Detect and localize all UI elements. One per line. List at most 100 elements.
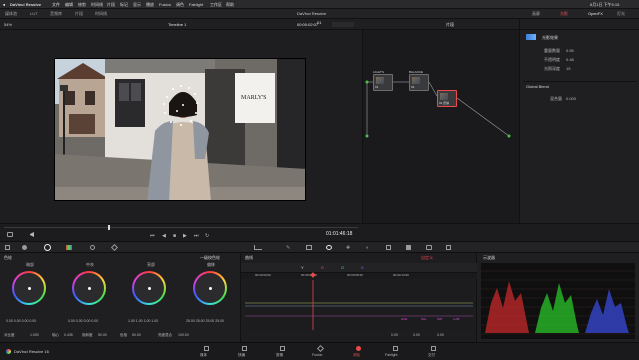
menu-color[interactable]: 调色 — [176, 2, 184, 8]
viewer-options-button[interactable] — [332, 22, 354, 27]
param-value[interactable]: 0.000 — [566, 97, 576, 101]
motion-effects-icon[interactable] — [90, 245, 95, 250]
magic-mask-icon[interactable]: ◐ — [366, 245, 369, 251]
menu-clip[interactable]: 片段 — [107, 2, 115, 8]
color-match-icon[interactable] — [22, 245, 27, 250]
color-page-icon[interactable] — [356, 346, 361, 351]
wheels-mode-dropdown[interactable]: 一级校色轮 — [200, 256, 220, 260]
edit-page-icon[interactable] — [280, 346, 285, 351]
offset-wheel[interactable] — [193, 271, 227, 305]
wheel-handle[interactable] — [208, 286, 212, 290]
wheel-handle[interactable] — [87, 286, 91, 290]
tab-openfx[interactable]: OpenFX — [588, 11, 603, 16]
channel-y[interactable]: Y — [301, 266, 304, 270]
node-balance[interactable]: 02 — [409, 74, 429, 91]
curve-value[interactable]: 0.00 — [391, 333, 398, 338]
page-media[interactable]: 媒体 — [200, 353, 207, 358]
tab-lights[interactable]: 灯光 — [617, 11, 625, 17]
channel-b[interactable]: B — [361, 266, 364, 270]
curves-graph[interactable] — [245, 280, 473, 330]
tab-lut[interactable]: LUT — [30, 11, 38, 16]
wheel-handle[interactable] — [147, 286, 151, 290]
eyedropper-icon[interactable]: ✎ — [286, 245, 290, 251]
video-frame[interactable]: MARLY'S — [54, 58, 306, 201]
menu-trim[interactable]: 修剪 — [78, 2, 86, 8]
loop-icon[interactable]: ↻ — [205, 233, 209, 239]
contrast-value[interactable]: 1.000 — [30, 333, 39, 338]
tab-media-pool[interactable]: 媒体池 — [5, 11, 17, 17]
menu-help[interactable]: 帮助 — [226, 2, 234, 8]
play-icon[interactable]: ▶ — [183, 233, 187, 239]
curve-value[interactable]: 0.00 — [437, 333, 444, 338]
fairlight-page-icon[interactable] — [393, 346, 398, 351]
next-clip-icon[interactable]: ⏭ — [194, 233, 199, 239]
pivot-value[interactable]: 0.435 — [64, 333, 73, 338]
param-value[interactable]: 15 — [566, 67, 570, 71]
wheel-handle[interactable] — [27, 286, 31, 290]
param-value[interactable]: 0.48 — [566, 58, 574, 62]
node-editor[interactable]: 01 LIGHTS 02 BALANCE 04 皮肤 — [362, 30, 519, 223]
hue-value[interactable]: 50.00 — [132, 333, 141, 338]
curves-icon[interactable] — [254, 245, 262, 250]
key-icon[interactable] — [406, 245, 411, 250]
menu-timeline[interactable]: 时间线 — [91, 2, 103, 8]
tab-clips[interactable]: 片段 — [75, 11, 83, 17]
curves-mode[interactable]: 自定义 — [421, 256, 433, 260]
menu-edit[interactable]: 编辑 — [65, 2, 73, 8]
scrubber-playhead[interactable] — [108, 225, 110, 230]
page-fusion[interactable]: Fusion — [312, 353, 323, 358]
timeline-name[interactable]: Timeline 1 — [168, 23, 186, 27]
menu-mark[interactable]: 标记 — [120, 2, 128, 8]
tab-lighting[interactable]: 光影 — [560, 11, 568, 17]
gain-wheel[interactable] — [132, 271, 166, 305]
gamma-wheel[interactable] — [72, 271, 106, 305]
zoom-level[interactable]: 54% — [4, 23, 12, 27]
lift-wheel[interactable] — [12, 271, 46, 305]
section-global-blend[interactable]: Global Blend — [526, 85, 549, 89]
audio-icon[interactable] — [30, 232, 34, 237]
menu-file[interactable]: 文件 — [52, 2, 60, 8]
sizing-icon[interactable] — [426, 245, 432, 250]
reverse-icon[interactable]: ◀ — [162, 233, 166, 239]
cut-page-icon[interactable] — [242, 346, 247, 351]
page-deliver[interactable]: 交付 — [428, 353, 435, 358]
menu-fairlight[interactable]: Fairlight — [189, 2, 203, 7]
channel-r[interactable]: R — [321, 266, 324, 270]
node-lights[interactable]: 01 — [373, 74, 393, 91]
prev-clip-icon[interactable]: ⏮ — [150, 233, 155, 239]
window-icon[interactable] — [326, 245, 332, 250]
3d-icon[interactable] — [446, 245, 451, 250]
app-menu[interactable]: DaVinci Resolve — [10, 2, 41, 7]
blur-icon[interactable] — [386, 245, 391, 250]
node-mode-label[interactable]: 片段 — [446, 23, 454, 27]
hdr-icon[interactable] — [110, 243, 119, 252]
rgb-mixer-icon[interactable] — [66, 245, 72, 250]
menu-view[interactable]: 显示 — [133, 2, 141, 8]
page-cut[interactable]: 快编 — [238, 353, 245, 358]
media-page-icon[interactable] — [204, 346, 209, 351]
menu-workspace[interactable]: 工作区 — [210, 2, 222, 8]
qualifier-icon[interactable] — [306, 245, 312, 250]
page-edit[interactable]: 剪辑 — [276, 353, 283, 358]
menu-fusion[interactable]: Fusion — [159, 2, 171, 7]
sat-value[interactable]: 50.00 — [98, 333, 107, 338]
grab-still-icon[interactable] — [7, 232, 13, 237]
color-wheels-icon[interactable] — [44, 244, 51, 251]
tab-timeline[interactable]: 时间线 — [95, 11, 107, 17]
curve-value[interactable]: 0.00 — [413, 333, 420, 338]
camera-raw-icon[interactable] — [5, 245, 10, 250]
scrubber-track[interactable] — [4, 227, 358, 228]
menu-playback[interactable]: 播放 — [146, 2, 154, 8]
tab-audio[interactable]: 音频库 — [50, 11, 62, 17]
param-value[interactable]: 0.55 — [566, 49, 574, 53]
page-fairlight[interactable]: Fairlight — [385, 353, 397, 358]
node-skin[interactable]: 04 皮肤 — [437, 90, 457, 107]
stop-icon[interactable]: ■ — [173, 233, 176, 239]
tab-gallery[interactable]: 画廊 — [532, 11, 540, 17]
fusion-page-icon[interactable] — [316, 344, 325, 353]
apple-icon[interactable]: ● — [3, 2, 5, 7]
deliver-page-icon[interactable] — [431, 346, 436, 351]
tracker-icon[interactable]: ✚ — [346, 245, 350, 251]
channel-g[interactable]: G — [341, 266, 344, 270]
page-color[interactable]: 调色 — [353, 353, 360, 358]
